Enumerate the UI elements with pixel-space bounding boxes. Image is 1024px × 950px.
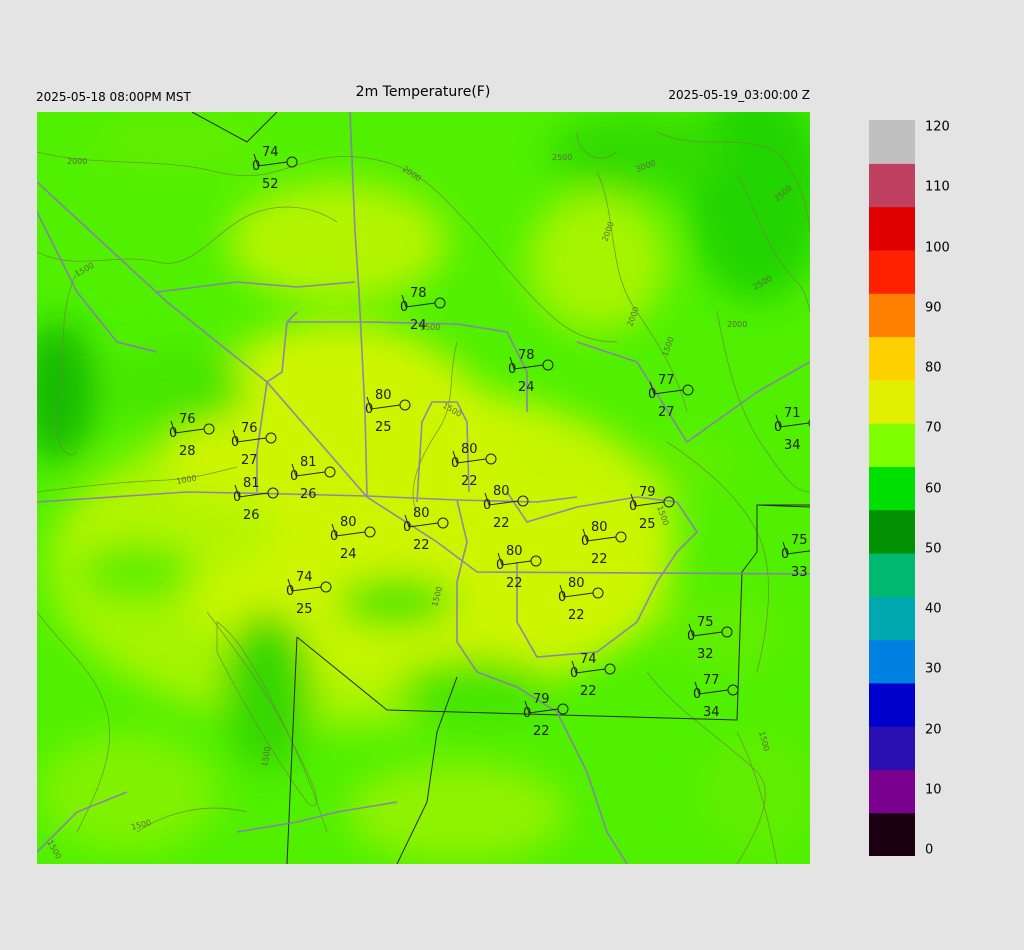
colorbar-tick-label: 50 — [925, 541, 942, 557]
colorbar-band — [869, 552, 915, 597]
station-temperature: 80 — [591, 520, 608, 535]
colorbar-tick-label: 40 — [925, 601, 942, 617]
station-dewpoint: 22 — [568, 608, 585, 623]
station-temperature: 80 — [375, 388, 392, 403]
station-temperature: 80 — [493, 484, 510, 499]
station-dewpoint: 26 — [243, 508, 260, 523]
station-dewpoint: 22 — [413, 538, 430, 553]
station-dewpoint: 22 — [493, 516, 510, 531]
colorbar-tick-label: 80 — [925, 360, 942, 376]
station-dewpoint: 24 — [518, 380, 535, 395]
svg-text:2000: 2000 — [67, 157, 87, 166]
station-temperature: 76 — [241, 421, 258, 436]
local-valid-time: 2025-05-18 08:00PM MST — [36, 90, 191, 104]
station-temperature: 75 — [697, 615, 714, 630]
station-dewpoint: 34 — [784, 438, 801, 453]
colorbar-tick-label: 110 — [925, 179, 950, 195]
station-temperature: 78 — [518, 348, 535, 363]
colorbar-band — [869, 379, 915, 424]
station-dewpoint: 32 — [697, 647, 714, 662]
station-dewpoint: 25 — [639, 517, 656, 532]
station-dewpoint: 28 — [179, 444, 196, 459]
station-dewpoint: 22 — [580, 684, 597, 699]
svg-text:2500: 2500 — [552, 153, 572, 162]
station-dewpoint: 34 — [703, 705, 720, 720]
station-temperature: 76 — [179, 412, 196, 427]
colorbar-labels: 120 110 100 90 80 70 60 50 40 30 20 10 0 — [925, 0, 985, 950]
colorbar-band — [869, 769, 915, 814]
colorbar-tick-label: 0 — [925, 842, 934, 858]
temperature-map[interactable]: 2000 2000 2000 1500 1500 2500 3000 2500 … — [37, 112, 810, 864]
station-dewpoint: 25 — [296, 602, 313, 617]
colorbar-tick-label: 100 — [925, 240, 950, 255]
station-dewpoint: 24 — [410, 318, 427, 333]
colorbar-band — [869, 163, 915, 208]
station-temperature: 79 — [639, 485, 656, 500]
station-dewpoint: 22 — [533, 724, 550, 739]
station-dewpoint: 22 — [461, 474, 478, 489]
temperature-field — [37, 112, 810, 864]
station-dewpoint: 27 — [658, 405, 675, 420]
station-dewpoint: 33 — [791, 565, 808, 580]
station-temperature: 79 — [533, 692, 550, 707]
colorbar-band — [869, 249, 915, 294]
station-temperature: 80 — [340, 515, 357, 530]
station-temperature: 80 — [413, 506, 430, 521]
colorbar-band — [869, 466, 915, 511]
colorbar-band — [869, 639, 915, 684]
colorbar-band — [869, 423, 915, 467]
colorbar-band — [869, 206, 915, 251]
station-temperature: 77 — [703, 673, 720, 688]
colorbar-band — [869, 293, 915, 338]
colorbar-tick-label: 60 — [925, 481, 942, 496]
colorbar-tick-label: 30 — [925, 661, 942, 677]
station-dewpoint: 27 — [241, 453, 258, 468]
station-temperature: 74 — [580, 652, 597, 667]
station-temperature: 78 — [410, 286, 427, 301]
station-dewpoint: 22 — [506, 576, 523, 591]
station-temperature: 74 — [262, 145, 279, 160]
colorbar-band — [869, 336, 915, 381]
station-temperature: 71 — [784, 406, 801, 421]
colorbar-tick-label: 120 — [925, 119, 950, 135]
svg-text:2000: 2000 — [727, 320, 747, 329]
station-temperature: 80 — [461, 442, 478, 457]
colorbar-tick-label: 10 — [925, 782, 942, 798]
colorbar-band — [869, 726, 915, 771]
colorbar-band — [869, 682, 915, 727]
station-temperature: 80 — [506, 544, 523, 559]
station-temperature: 77 — [658, 373, 675, 388]
station-temperature: 80 — [568, 576, 585, 591]
station-dewpoint: 22 — [591, 552, 608, 567]
colorbar-band — [869, 120, 915, 164]
station-temperature: 81 — [300, 455, 317, 470]
utc-valid-time: 2025-05-19_03:00:00 Z — [668, 88, 810, 102]
station-dewpoint: 24 — [340, 547, 357, 562]
station-temperature: 81 — [243, 476, 260, 491]
colorbar-band — [869, 596, 915, 641]
station-temperature: 75 — [791, 533, 808, 548]
colorbar-band — [869, 509, 915, 554]
station-dewpoint: 52 — [262, 177, 279, 192]
colorbar-tick-label: 70 — [925, 420, 942, 436]
temperature-colorbar — [869, 120, 915, 857]
colorbar-band — [869, 812, 915, 857]
station-temperature: 74 — [296, 570, 313, 585]
station-dewpoint: 26 — [300, 487, 317, 502]
colorbar-tick-label: 90 — [925, 300, 942, 316]
station-dewpoint: 25 — [375, 420, 392, 435]
colorbar-tick-label: 20 — [925, 722, 942, 737]
